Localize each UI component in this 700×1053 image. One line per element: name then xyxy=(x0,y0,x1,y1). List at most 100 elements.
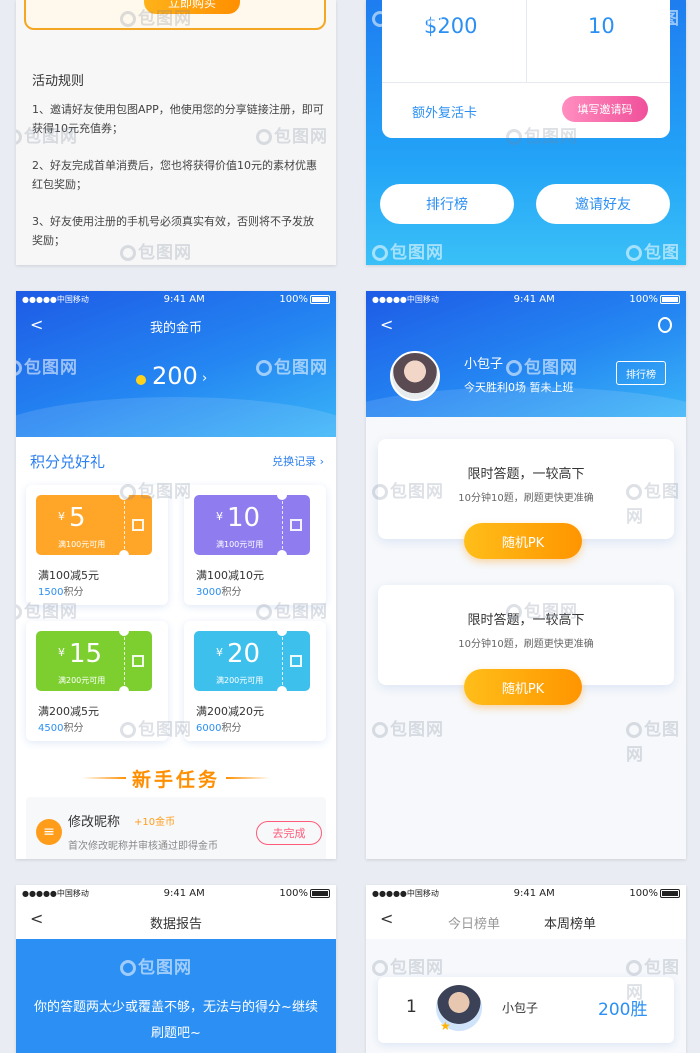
chevron-right-icon[interactable]: › xyxy=(202,371,207,386)
battery-percent: 100% xyxy=(279,887,308,899)
coupon-ticket: ¥20 满200元可用 xyxy=(194,626,310,696)
qr-code-icon xyxy=(132,519,144,531)
battery-icon xyxy=(309,888,330,898)
edit-nickname-icon: ≡ xyxy=(36,819,62,845)
avatar xyxy=(390,351,440,401)
coupon-notch xyxy=(277,686,287,696)
coin-icon xyxy=(136,375,146,385)
user-stats: 今天胜利0场 暂未上班 xyxy=(464,381,574,394)
coupon-points: 4500积分 xyxy=(38,719,83,734)
coupon-ticket: ¥5 满100元可用 xyxy=(36,490,152,560)
task-description: 首次修改昵称并审核通过即得金币 xyxy=(68,841,218,852)
coupon-ticket: ¥15 满200元可用 xyxy=(36,626,152,696)
coupon-amount-value: 5 xyxy=(69,503,86,533)
status-bar: ●●●●●中国移动 9:41 AM 100% xyxy=(16,885,336,901)
medal-icon[interactable] xyxy=(658,317,672,333)
coupon-name: 满200减5元 xyxy=(38,705,99,718)
coupon-divider xyxy=(124,637,125,685)
task-item: ≡ 修改昵称 +10金币 首次修改昵称并审核通过即得金币 去完成 xyxy=(26,797,326,859)
data-report-screen: ●●●●●中国移动 9:41 AM 100% < 数据报告 你的答题两太少或覆盖… xyxy=(16,885,336,1053)
coupon-amount: ¥20 xyxy=(216,639,260,669)
coupon-name: 满200减20元 xyxy=(196,705,264,718)
reward-card: $200 10 额外复活卡 填写邀请码 xyxy=(382,0,670,138)
rank-position: 1 xyxy=(406,997,417,1017)
coupon-name: 满100减5元 xyxy=(38,569,99,582)
task-name: 修改昵称 xyxy=(68,815,121,830)
random-pk-button[interactable]: 随机PK xyxy=(464,523,582,559)
task-reward: +10金币 xyxy=(134,817,176,828)
rule-item: 3、好友使用注册的手机号必须真实有效，否则将不予发放奖励； xyxy=(32,215,314,247)
points-unit: 积分 xyxy=(63,723,84,734)
coin-balance: 200 xyxy=(152,362,198,390)
invite-friends-button[interactable]: 邀请好友 xyxy=(536,184,670,224)
points-value: 3000 xyxy=(196,587,222,598)
points-value: 1500 xyxy=(38,587,64,598)
coupon-points: 1500积分 xyxy=(38,583,83,598)
status-time: 9:41 AM xyxy=(513,887,555,899)
random-pk-button[interactable]: 随机PK xyxy=(464,669,582,705)
coupon-amount-value: 10 xyxy=(227,503,261,533)
tab-today[interactable]: 今日榜单 xyxy=(448,913,500,932)
quiz-title: 限时答题，一较高下 xyxy=(467,613,585,628)
star-icon: ★ xyxy=(440,1019,451,1033)
coupon-points: 3000积分 xyxy=(196,583,241,598)
coupon-condition: 满200元可用 xyxy=(216,676,264,685)
coupon-notch xyxy=(277,490,287,500)
watermark: 包图网 xyxy=(372,715,444,740)
status-bar: ●●●●●中国移动 9:41 AM 100% xyxy=(366,291,686,307)
task-section-title: 新手任务 xyxy=(131,769,220,791)
quiz-pk-screen: ●●●●●中国移动 9:41 AM 100% < 小包子 今天胜利0场 暂未上班… xyxy=(366,291,686,859)
currency-symbol: ¥ xyxy=(216,646,223,659)
battery-icon xyxy=(659,888,680,898)
page-title: 数据报告 xyxy=(149,917,202,932)
carrier-signal: ●●●●●中国移动 xyxy=(22,294,89,304)
divider xyxy=(526,0,527,82)
coupon-notch xyxy=(277,626,287,636)
quiz-subtitle: 10分钟10题，刷题更快更准确 xyxy=(458,639,594,650)
coupon-condition: 满100元可用 xyxy=(58,540,106,549)
coupon-card[interactable]: ¥20 满200元可用 满200减20元 6000积分 xyxy=(184,621,326,741)
back-arrow-icon[interactable]: < xyxy=(380,315,393,334)
carrier-signal: ●●●●●中国移动 xyxy=(22,888,89,898)
battery-icon xyxy=(659,294,680,304)
buy-now-button[interactable]: 立即购买 xyxy=(144,0,240,14)
currency-symbol: ¥ xyxy=(58,510,65,523)
coupon-divider xyxy=(124,501,125,549)
coupon-card[interactable]: ¥15 满200元可用 满200减5元 4500积分 xyxy=(26,621,168,741)
profile-header: ●●●●●中国移动 9:41 AM 100% < 小包子 今天胜利0场 暂未上班… xyxy=(366,291,686,461)
qr-code-icon xyxy=(132,655,144,667)
invite-rules-screen: 立即购买 活动规则 1、邀请好友使用包图APP，他使用您的分享链接注册，即可获得… xyxy=(16,0,336,265)
rank-row[interactable]: 1 ★ 小包子 200胜 xyxy=(378,977,674,1043)
enter-invite-code-button[interactable]: 填写邀请码 xyxy=(562,96,648,122)
page-title: 我的金币 xyxy=(149,321,202,336)
coupon-card[interactable]: ¥10 满100元可用 满100减10元 3000积分 xyxy=(184,485,326,605)
buy-card: 立即购买 xyxy=(24,0,326,30)
go-complete-button[interactable]: 去完成 xyxy=(256,821,322,845)
currency-symbol: ¥ xyxy=(58,646,65,659)
qr-code-icon xyxy=(290,655,302,667)
coupon-notch xyxy=(119,686,129,696)
coupon-amount: ¥10 xyxy=(216,503,260,533)
carrier-signal: ●●●●●中国移动 xyxy=(372,888,439,898)
coupon-name: 满100减10元 xyxy=(196,569,264,582)
quiz-title: 限时答题，一较高下 xyxy=(467,467,585,482)
coupon-card[interactable]: ¥5 满100元可用 满100减5元 1500积分 xyxy=(26,485,168,605)
points-unit: 积分 xyxy=(221,587,242,598)
exchange-record-link[interactable]: 兑换记录 › xyxy=(272,453,324,469)
qr-code-icon xyxy=(290,519,302,531)
rank-score: 200胜 xyxy=(598,1000,648,1020)
leaderboard-button[interactable]: 排行榜 xyxy=(380,184,514,224)
coupon-notch xyxy=(119,550,129,560)
coupon-divider xyxy=(282,501,283,549)
tab-this-week[interactable]: 本周榜单 xyxy=(544,913,596,932)
rules-title: 活动规则 xyxy=(32,74,85,89)
reward-money: $200 xyxy=(424,14,478,38)
status-time: 9:41 AM xyxy=(513,293,555,305)
points-value: 4500 xyxy=(38,723,64,734)
leaderboard-screen: ●●●●●中国移动 9:41 AM 100% < 今日榜单 本周榜单 1 ★ 小… xyxy=(366,885,686,1053)
back-arrow-icon[interactable]: < xyxy=(380,909,393,928)
watermark: 包图网 xyxy=(372,953,444,978)
coupon-points: 6000积分 xyxy=(196,719,241,734)
leaderboard-button[interactable]: 排行榜 xyxy=(616,361,666,385)
my-coins-screen: ●●●●●中国移动 9:41 AM 100% < 我的金币 200 › 积分兑好… xyxy=(16,291,336,859)
